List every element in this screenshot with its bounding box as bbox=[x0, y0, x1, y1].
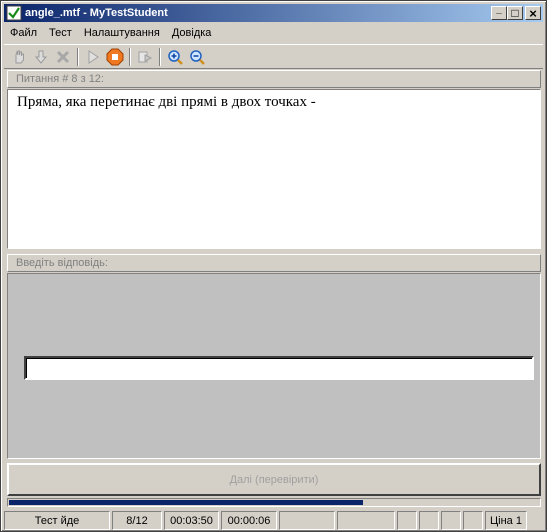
zoom-out-icon[interactable] bbox=[186, 46, 208, 68]
status-empty bbox=[279, 511, 335, 530]
minimize-icon: _ bbox=[496, 4, 502, 15]
play-icon[interactable] bbox=[82, 46, 104, 68]
toolbar bbox=[4, 44, 543, 69]
time-elapsed: 00:03:50 bbox=[164, 511, 219, 530]
answer-panel bbox=[7, 273, 541, 459]
price: Ціна 1 bbox=[485, 511, 527, 530]
close-button[interactable]: × bbox=[525, 6, 541, 20]
status-empty bbox=[337, 511, 395, 530]
stop-icon[interactable] bbox=[104, 46, 126, 68]
delete-x-icon[interactable] bbox=[52, 46, 74, 68]
next-check-button[interactable]: Далі (перевірити) bbox=[7, 463, 541, 496]
menu-test[interactable]: Тест bbox=[43, 27, 78, 39]
menu-file[interactable]: Файл bbox=[4, 27, 43, 39]
progress-bar bbox=[7, 498, 541, 507]
toolbar-separator bbox=[129, 47, 131, 66]
status-state: Тест йде bbox=[4, 511, 110, 530]
status-empty bbox=[463, 511, 483, 530]
question-panel: Пряма, яка перетинає дві прямі в двох то… bbox=[7, 89, 541, 249]
zoom-in-icon[interactable] bbox=[164, 46, 186, 68]
question-counter: 8/12 bbox=[112, 511, 162, 530]
question-header: Питання # 8 з 12: bbox=[7, 70, 541, 88]
maximize-button[interactable]: □ bbox=[507, 6, 523, 20]
status-empty bbox=[397, 511, 417, 530]
app-check-icon bbox=[6, 5, 22, 21]
status-bar: Тест йде 8/12 00:03:50 00:00:06 Ціна 1 bbox=[4, 511, 543, 530]
status-empty bbox=[441, 511, 461, 530]
next-page-icon[interactable] bbox=[134, 46, 156, 68]
window-title: angle_.mtf - MyTestStudent bbox=[25, 7, 168, 19]
toolbar-separator bbox=[159, 47, 161, 66]
arrow-down-icon[interactable] bbox=[30, 46, 52, 68]
time-question: 00:00:06 bbox=[221, 511, 277, 530]
status-empty bbox=[419, 511, 439, 530]
hand-icon[interactable] bbox=[8, 46, 30, 68]
app-window: angle_.mtf - MyTestStudent _ □ × Файл Те… bbox=[0, 0, 547, 532]
maximize-icon: □ bbox=[511, 6, 519, 20]
title-bar[interactable]: angle_.mtf - MyTestStudent _ □ × bbox=[4, 4, 543, 22]
progress-fill bbox=[9, 500, 363, 505]
answer-header: Введіть відповідь: bbox=[7, 254, 541, 272]
close-icon: × bbox=[529, 5, 537, 21]
question-text: Пряма, яка перетинає дві прямі в двох то… bbox=[17, 94, 316, 110]
menu-bar: Файл Тест Налаштування Довідка bbox=[4, 23, 543, 42]
minimize-button[interactable]: _ bbox=[491, 4, 507, 20]
menu-settings[interactable]: Налаштування bbox=[78, 27, 166, 39]
answer-input[interactable] bbox=[24, 356, 534, 380]
menu-help[interactable]: Довідка bbox=[166, 27, 218, 39]
toolbar-separator bbox=[77, 47, 79, 66]
next-check-label: Далі (перевірити) bbox=[229, 473, 319, 486]
